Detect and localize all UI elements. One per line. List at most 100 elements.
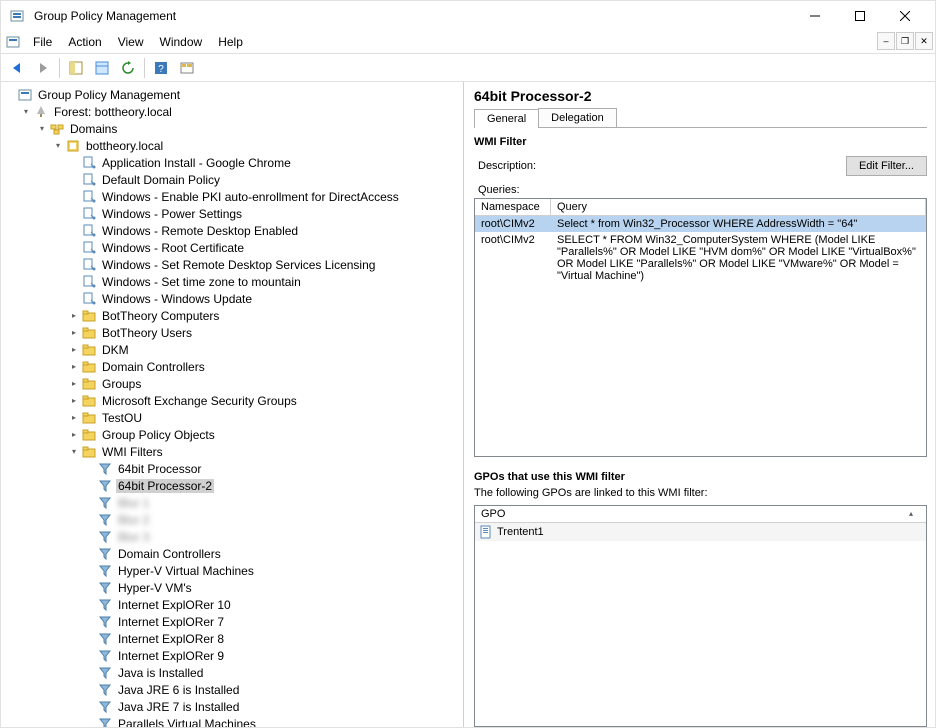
- expanded-icon[interactable]: ▾: [35, 122, 49, 136]
- tree-wmi-filter[interactable]: Hyper-V VM's: [83, 579, 463, 596]
- tree-gpo-link[interactable]: Windows - Set time zone to mountain: [67, 273, 463, 290]
- edit-filter-button[interactable]: Edit Filter...: [846, 156, 927, 176]
- tree-gpo-link[interactable]: Windows - Windows Update: [67, 290, 463, 307]
- tree-gpo-link[interactable]: Windows - Set Remote Desktop Services Li…: [67, 256, 463, 273]
- minimize-button[interactable]: [792, 1, 837, 31]
- tree-wmi-filter[interactable]: Java JRE 6 is Installed: [83, 681, 463, 698]
- tree-wmi-filter[interactable]: Parallels Virtual Machines: [83, 715, 463, 727]
- query-text: Select * from Win32_Processor WHERE Addr…: [551, 216, 926, 232]
- collapsed-icon[interactable]: ▸: [67, 377, 81, 391]
- mmc-doc-icon: [5, 34, 21, 50]
- mdi-close-button[interactable]: ✕: [915, 32, 933, 50]
- menu-help[interactable]: Help: [210, 33, 251, 51]
- maximize-button[interactable]: [837, 1, 882, 31]
- tree-ou[interactable]: ▸Microsoft Exchange Security Groups: [67, 392, 463, 409]
- menu-file[interactable]: File: [25, 33, 60, 51]
- collapsed-icon[interactable]: ▸: [67, 326, 81, 340]
- show-hide-tree-button[interactable]: [64, 57, 88, 79]
- queries-grid[interactable]: Namespace Query root\CIMv2 Select * from…: [474, 198, 927, 457]
- tree-wmi-filter[interactable]: Blur 1: [83, 494, 463, 511]
- filter-icon: [97, 665, 113, 681]
- collapsed-icon[interactable]: ▸: [67, 309, 81, 323]
- tree-ou[interactable]: ▸TestOU: [67, 409, 463, 426]
- tree-ou[interactable]: ▸Domain Controllers: [67, 358, 463, 375]
- ou-icon: [81, 325, 97, 341]
- collapsed-icon[interactable]: ▸: [67, 428, 81, 442]
- gpo-link-icon: [81, 257, 97, 273]
- tree-wmi-filter[interactable]: Blur 3: [83, 528, 463, 545]
- tree-gpo-link[interactable]: Application Install - Google Chrome: [67, 154, 463, 171]
- tree-gpo-container[interactable]: ▸Group Policy Objects: [67, 426, 463, 443]
- help-button[interactable]: ?: [149, 57, 173, 79]
- tree-ou[interactable]: ▸BotTheory Computers: [67, 307, 463, 324]
- tree-root[interactable]: Group Policy Management: [3, 86, 463, 103]
- col-query[interactable]: Query: [551, 199, 926, 216]
- col-namespace[interactable]: Namespace: [475, 199, 551, 216]
- toolbar: ?: [1, 54, 935, 82]
- refresh-button[interactable]: [116, 57, 140, 79]
- back-button[interactable]: [5, 57, 29, 79]
- tree-wmi-filter[interactable]: Java is Installed: [83, 664, 463, 681]
- console-tree[interactable]: Group Policy Management ▾ Forest: botthe…: [1, 82, 464, 727]
- tree-wmi-filter[interactable]: Hyper-V Virtual Machines: [83, 562, 463, 579]
- gpo-list-header: GPO ▴: [475, 506, 926, 523]
- tree-gpo-link[interactable]: Windows - Enable PKI auto-enrollment for…: [67, 188, 463, 205]
- expanded-icon[interactable]: ▾: [19, 105, 33, 119]
- tree-ou[interactable]: ▸DKM: [67, 341, 463, 358]
- description-label: Description:: [474, 160, 536, 172]
- tree-wmi-filters[interactable]: ▾ WMI Filters: [67, 443, 463, 460]
- collapsed-icon[interactable]: ▸: [67, 411, 81, 425]
- tree-wmi-filter-selected[interactable]: 64bit Processor-2: [83, 477, 463, 494]
- tree-domain[interactable]: ▾ bottheory.local: [51, 137, 463, 154]
- mdi-controls: – ❐ ✕: [876, 32, 935, 52]
- collapsed-icon[interactable]: ▸: [67, 343, 81, 357]
- tree-wmi-filter[interactable]: Java JRE 7 is Installed: [83, 698, 463, 715]
- col-gpo[interactable]: GPO: [475, 506, 896, 522]
- collapsed-icon[interactable]: ▸: [67, 394, 81, 408]
- mdi-restore-button[interactable]: ❐: [896, 32, 914, 50]
- tree-gpo-link[interactable]: Default Domain Policy: [67, 171, 463, 188]
- tree-wmi-filter[interactable]: Internet ExplORer 9: [83, 647, 463, 664]
- close-button[interactable]: [882, 1, 927, 31]
- gpo-section-subtitle: The following GPOs are linked to this WM…: [474, 487, 927, 499]
- collapsed-icon[interactable]: ▸: [67, 360, 81, 374]
- query-namespace: root\CIMv2: [475, 232, 551, 284]
- filter-icon: [97, 478, 113, 494]
- tree-wmi-filter[interactable]: Internet ExplORer 7: [83, 613, 463, 630]
- twisty-icon[interactable]: [3, 88, 17, 102]
- tree-wmi-filter[interactable]: Domain Controllers: [83, 545, 463, 562]
- tree-wmi-filter[interactable]: 64bit Processor: [83, 460, 463, 477]
- app-icon: [9, 8, 25, 24]
- tree-gpo-link[interactable]: Windows - Remote Desktop Enabled: [67, 222, 463, 239]
- tree-domains[interactable]: ▾ Domains: [35, 120, 463, 137]
- tree-root-label: Group Policy Management: [36, 88, 182, 102]
- tree-forest[interactable]: ▾ Forest: bottheory.local: [19, 103, 463, 120]
- tree-gpo-link[interactable]: Windows - Power Settings: [67, 205, 463, 222]
- filter-icon: [97, 461, 113, 477]
- properties-button[interactable]: [90, 57, 114, 79]
- mdi-minimize-button[interactable]: –: [877, 32, 895, 50]
- gpo-row[interactable]: Trentent1: [475, 523, 926, 541]
- menu-action[interactable]: Action: [60, 33, 109, 51]
- tree-wmi-filter[interactable]: Blur 2: [83, 511, 463, 528]
- menu-view[interactable]: View: [110, 33, 152, 51]
- tree-wmi-filter[interactable]: Internet ExplORer 10: [83, 596, 463, 613]
- console-options-button[interactable]: [175, 57, 199, 79]
- folder-icon: [81, 444, 97, 460]
- query-row[interactable]: root\CIMv2 Select * from Win32_Processor…: [475, 216, 926, 232]
- tree-gpo-link[interactable]: Windows - Root Certificate: [67, 239, 463, 256]
- tab-delegation[interactable]: Delegation: [538, 108, 617, 127]
- query-row[interactable]: root\CIMv2 SELECT * FROM Win32_ComputerS…: [475, 232, 926, 284]
- menu-window[interactable]: Window: [152, 33, 211, 51]
- expanded-icon[interactable]: ▾: [67, 445, 81, 459]
- forward-button[interactable]: [31, 57, 55, 79]
- gpo-link-icon: [81, 155, 97, 171]
- tree-ou[interactable]: ▸BotTheory Users: [67, 324, 463, 341]
- tab-general[interactable]: General: [474, 109, 539, 128]
- filter-icon: [97, 716, 113, 728]
- gpo-list[interactable]: GPO ▴ Trentent1: [474, 505, 927, 728]
- gpo-link-icon: [81, 223, 97, 239]
- tree-ou[interactable]: ▸Groups: [67, 375, 463, 392]
- tree-wmi-filter[interactable]: Internet ExplORer 8: [83, 630, 463, 647]
- expanded-icon[interactable]: ▾: [51, 139, 65, 153]
